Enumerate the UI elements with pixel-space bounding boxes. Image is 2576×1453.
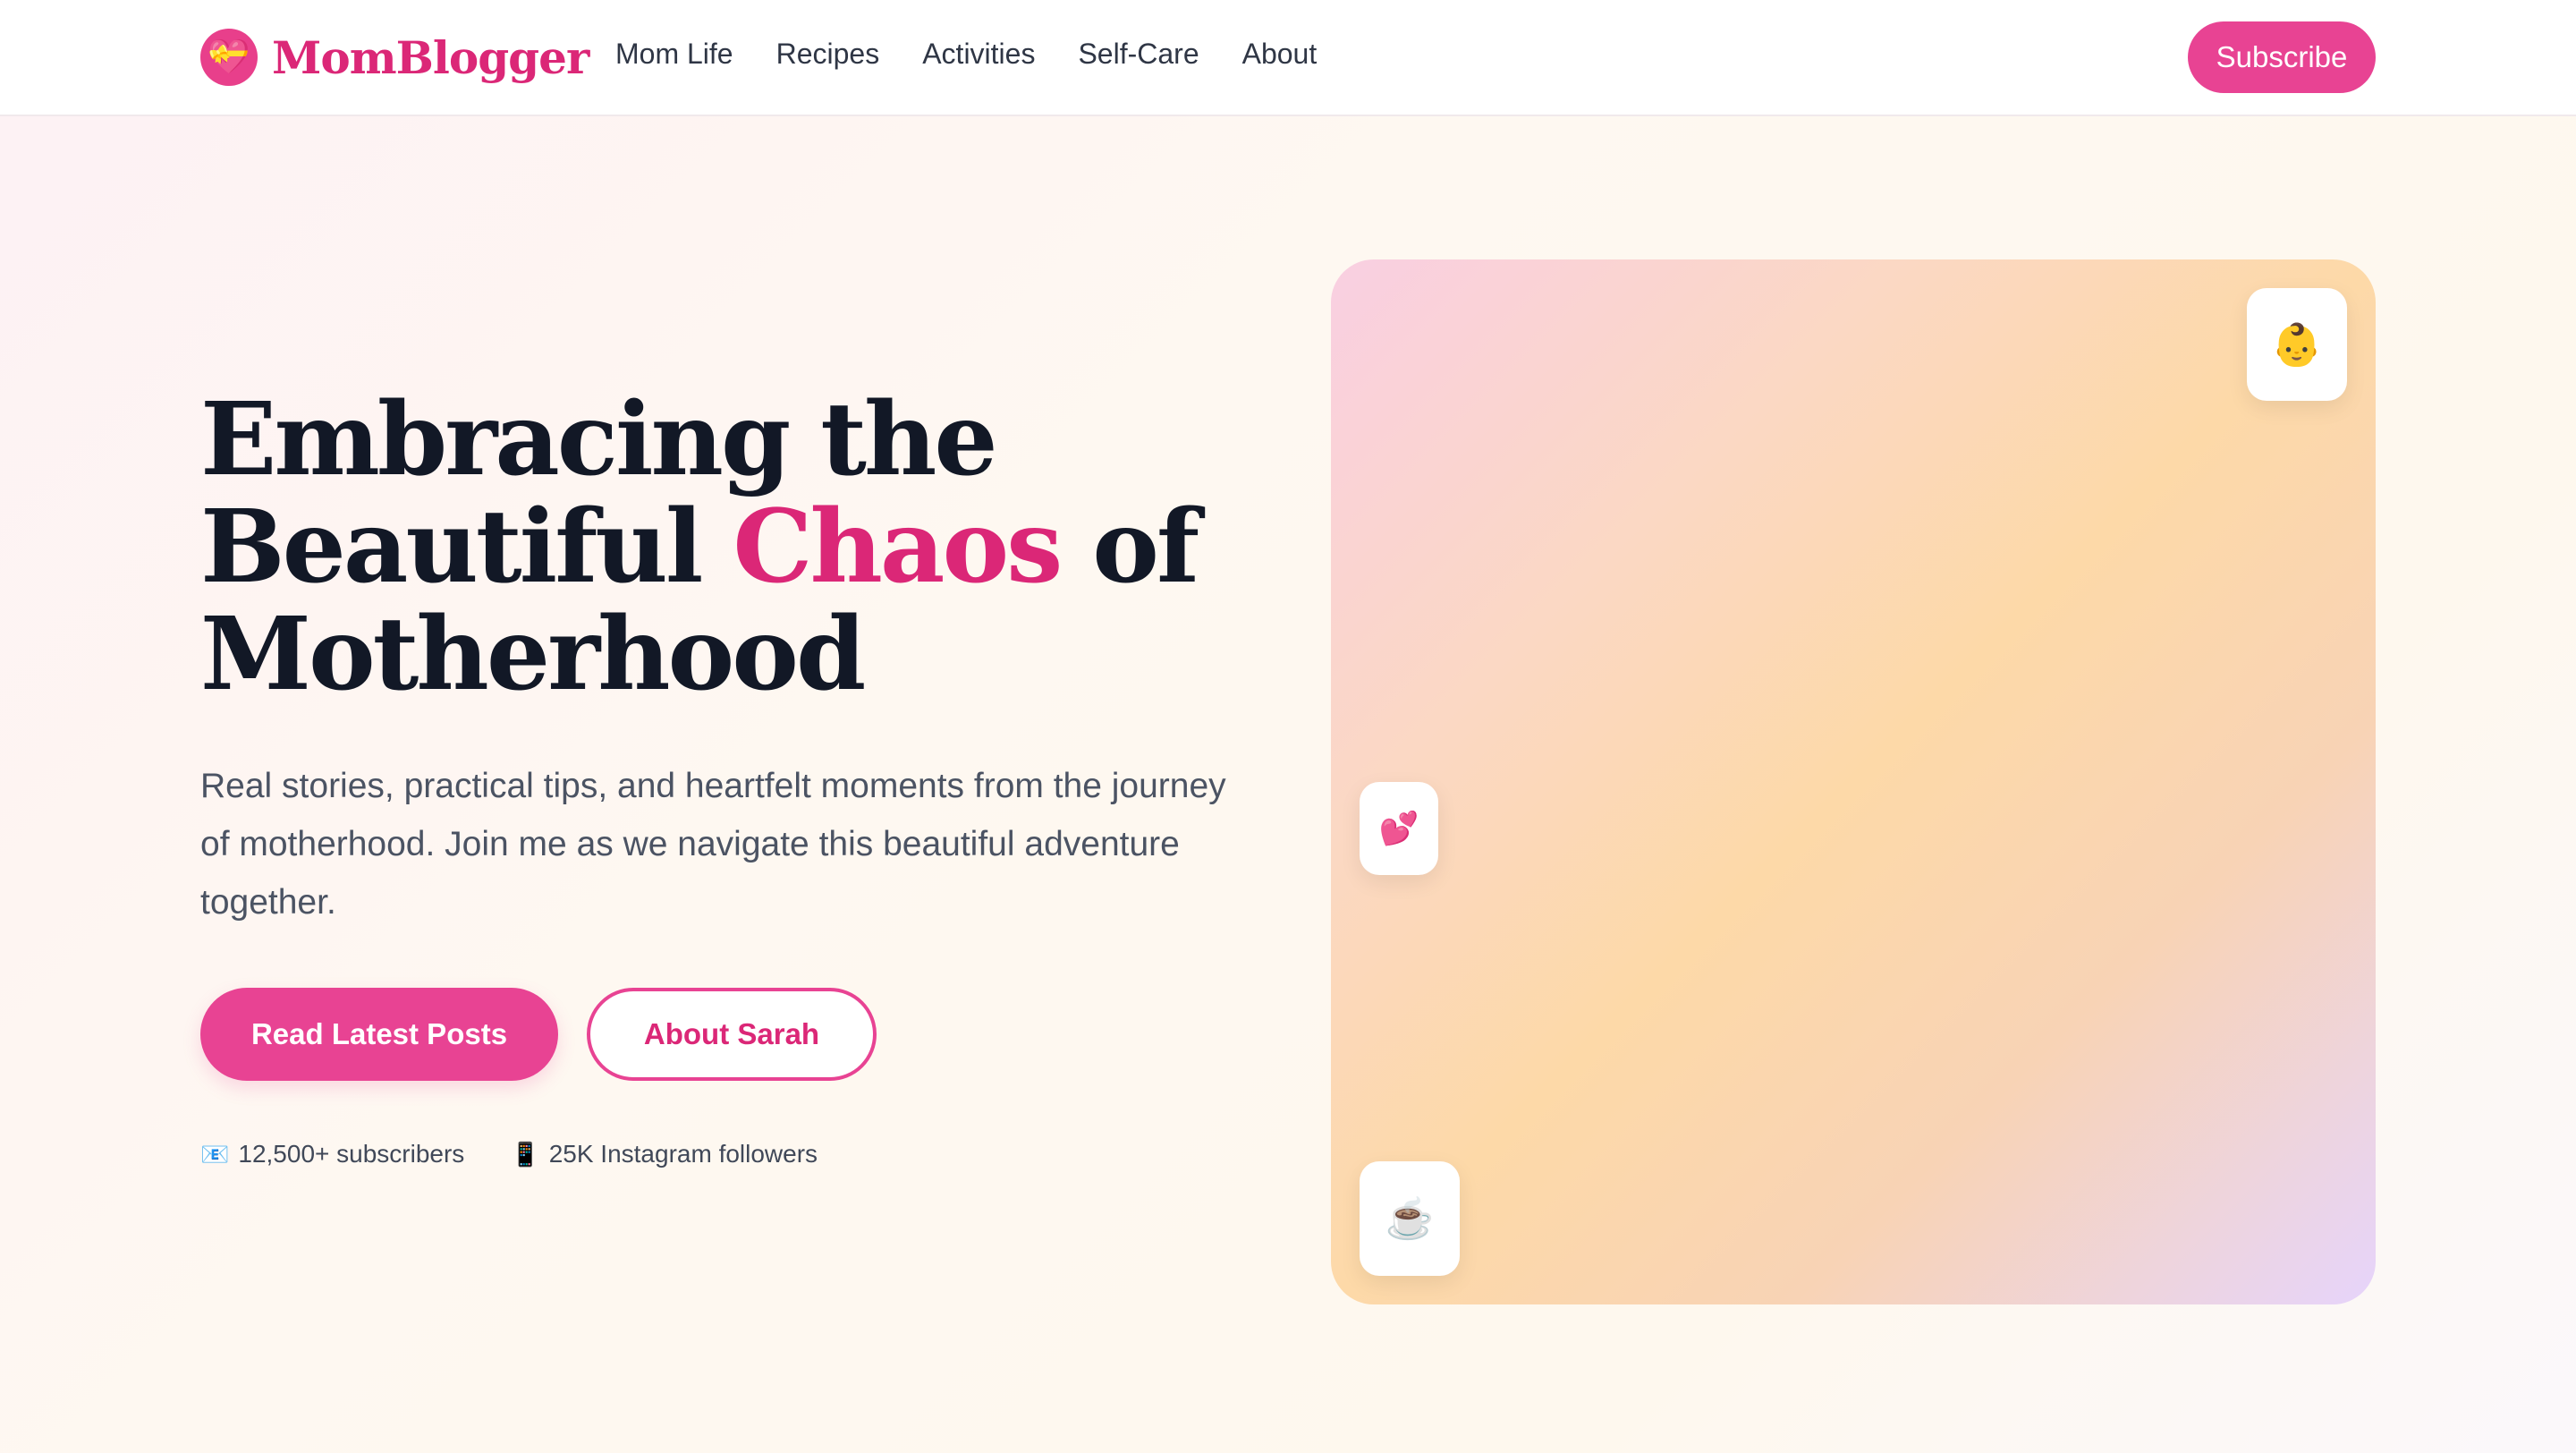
- nav-item-about[interactable]: About: [1242, 38, 1318, 71]
- instagram-stat: 📱 25K Instagram followers: [511, 1140, 818, 1168]
- logo-text: MomBlogger: [272, 30, 589, 84]
- hearts-icon: 💕: [1360, 782, 1438, 875]
- subscribe-button[interactable]: Subscribe: [2188, 21, 2376, 93]
- hero-description: Real stories, practical tips, and heartf…: [200, 767, 1226, 922]
- baby-icon: 👶: [2247, 288, 2347, 401]
- hero-image-panel: [1331, 259, 2376, 1304]
- hero-title-accent: Chaos: [733, 489, 1063, 606]
- main-nav: Mom Life Recipes Activities Self-Care Ab…: [615, 38, 1360, 71]
- site-header: 💝 MomBlogger Mom Life Recipes Activities…: [0, 0, 2576, 116]
- hero-title-line3: Motherhood: [200, 596, 866, 713]
- hero-title-line2-start: Beautiful: [200, 489, 733, 606]
- nav-item-activities[interactable]: Activities: [922, 38, 1035, 71]
- read-latest-posts-button[interactable]: Read Latest Posts: [200, 988, 558, 1081]
- hero-title-line1: Embracing the: [200, 381, 998, 498]
- nav-item-mom-life[interactable]: Mom Life: [615, 38, 733, 71]
- hero-title-line2-end: of: [1060, 489, 1199, 606]
- mobile-phone-icon: 📱: [511, 1140, 540, 1168]
- coffee-icon: ☕: [1360, 1161, 1460, 1276]
- logo[interactable]: 💝 MomBlogger: [200, 29, 589, 86]
- nav-item-self-care[interactable]: Self-Care: [1078, 38, 1199, 71]
- hero-title: Embracing the Beautiful Chaos of Motherh…: [200, 387, 1274, 709]
- social-stats: 📧 12,500+ subscribers 📱 25K Instagram fo…: [200, 1140, 864, 1168]
- envelope-icon: 📧: [200, 1140, 230, 1168]
- nav-item-recipes[interactable]: Recipes: [776, 38, 880, 71]
- subscribers-text: 12,500+ subscribers: [238, 1140, 465, 1168]
- subscribers-stat: 📧 12,500+ subscribers: [200, 1140, 464, 1168]
- about-sarah-button[interactable]: About Sarah: [587, 988, 877, 1081]
- heart-logo-icon: 💝: [200, 29, 258, 86]
- instagram-text: 25K Instagram followers: [548, 1140, 818, 1168]
